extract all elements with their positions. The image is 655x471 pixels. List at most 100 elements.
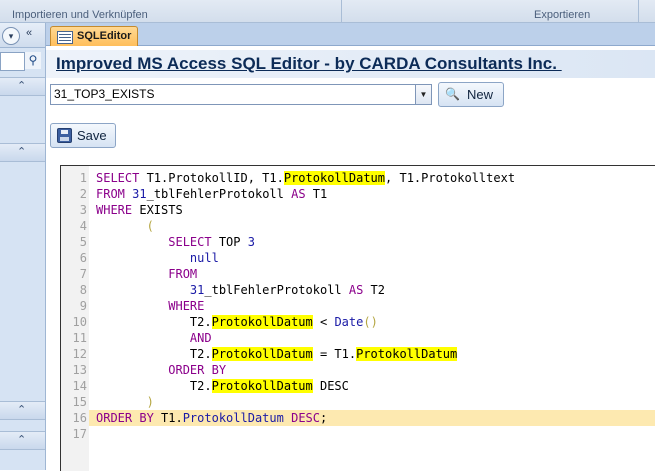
- code-token: ProtokollDatum: [182, 411, 284, 425]
- code-line: ): [96, 394, 154, 410]
- code-line: ORDER BY: [96, 362, 226, 378]
- line-number: 1: [79, 171, 87, 185]
- line-number: 10: [72, 315, 87, 329]
- code-token: _tblFehlerProtokoll: [204, 283, 349, 297]
- code-token: Date: [334, 315, 364, 329]
- line-number: 3: [79, 203, 87, 217]
- code-line: SELECT T1.ProtokollID, T1.ProtokollDatum…: [96, 170, 515, 186]
- query-select[interactable]: 31_TOP3_EXISTS ▼: [50, 84, 432, 105]
- nav-group-header[interactable]: ⌃: [0, 401, 45, 420]
- code-token: FROM: [96, 187, 125, 201]
- code-token: <: [312, 315, 335, 329]
- new-button[interactable]: 🔍 New: [438, 82, 504, 107]
- code-token: , T1.Protokolltext: [385, 171, 516, 185]
- code-line: FROM: [96, 266, 197, 282]
- nav-menu-dropdown-icon[interactable]: ▾: [2, 27, 20, 45]
- code-line: FROM 31_tblFehlerProtokoll AS T1: [96, 186, 327, 202]
- line-number: 11: [72, 331, 87, 345]
- nav-search-input[interactable]: [0, 52, 25, 71]
- form-icon: [57, 31, 73, 44]
- save-button[interactable]: Save: [50, 123, 116, 148]
- code-line: 31_tblFehlerProtokoll AS T2: [96, 282, 385, 298]
- ribbon-strip: Importieren und Verknüpfen Exportieren: [0, 0, 655, 23]
- code-token: SELECT: [96, 171, 140, 185]
- page-title: Improved MS Access SQL Editor - by CARDA…: [56, 54, 562, 73]
- nav-group-header[interactable]: ⌃: [0, 431, 45, 450]
- code-token: 31: [132, 187, 147, 201]
- code-token: WHERE: [168, 299, 205, 313]
- chevron-down-icon[interactable]: ▼: [415, 85, 431, 104]
- code-token: DESC: [291, 411, 320, 425]
- code-token: null: [189, 251, 219, 265]
- collapse-up-icon: ⌃: [17, 404, 27, 416]
- line-number: 7: [79, 267, 87, 281]
- line-number: 12: [72, 347, 87, 361]
- line-number: 2: [79, 187, 87, 201]
- line-number: 13: [72, 363, 87, 377]
- new-button-label: New: [467, 87, 494, 102]
- code-token: FROM: [168, 267, 198, 281]
- tab-label: SQLEditor: [77, 30, 132, 42]
- code-token: ProtokollDatum: [211, 315, 313, 329]
- line-number: 5: [79, 235, 87, 249]
- search-icon[interactable]: ⚲: [25, 52, 41, 69]
- code-token: TOP: [211, 235, 248, 249]
- code-token: ): [146, 395, 154, 409]
- code-token: = T1.: [312, 347, 357, 361]
- ribbon-divider: [341, 0, 342, 22]
- code-token: T1: [305, 187, 328, 201]
- code-token: _tblFehlerProtokoll: [146, 187, 292, 201]
- line-number: 9: [79, 299, 87, 313]
- code-token: T2.: [96, 347, 212, 361]
- code-token: T2: [363, 283, 386, 297]
- nav-group-header[interactable]: ⌃: [0, 143, 45, 162]
- code-token: T2.: [96, 315, 212, 329]
- code-line: SELECT TOP 3: [96, 234, 255, 250]
- collapse-up-icon: ⌃: [17, 80, 27, 92]
- code-line: ORDER BY T1.ProtokollDatum DESC;: [96, 410, 327, 426]
- code-token: EXISTS: [132, 203, 183, 217]
- nav-group-header[interactable]: ⌃: [0, 77, 45, 96]
- line-number: 4: [79, 219, 87, 233]
- line-number: 8: [79, 283, 87, 297]
- code-token: 3: [247, 235, 255, 249]
- code-token: AS: [348, 283, 364, 297]
- code-line: null: [96, 250, 219, 266]
- line-number: 6: [79, 251, 87, 265]
- code-token: T1.: [153, 411, 183, 425]
- code-token: ProtokollDatum: [211, 379, 313, 393]
- nav-pane-header: ▾ «: [0, 23, 45, 48]
- code-token: ProtokollDatum: [356, 347, 458, 361]
- code-token: T2.: [96, 379, 212, 393]
- code-line: T2.ProtokollDatum < Date(): [96, 314, 378, 330]
- code-token: WHERE: [96, 203, 133, 217]
- code-token: SELECT: [168, 235, 212, 249]
- code-line: WHERE: [96, 298, 204, 314]
- query-select-value: 31_TOP3_EXISTS: [54, 87, 155, 101]
- code-token: ORDER BY: [96, 411, 154, 425]
- line-number: 15: [72, 395, 87, 409]
- code-token: AND: [189, 331, 212, 345]
- tab-sqleditor[interactable]: SQLEditor: [50, 26, 138, 47]
- ribbon-group-import[interactable]: Importieren und Verknüpfen: [12, 0, 148, 22]
- line-number: 16: [72, 411, 87, 425]
- ribbon-group-export[interactable]: Exportieren: [534, 0, 590, 22]
- nav-collapse-icon[interactable]: «: [26, 27, 32, 39]
- new-query-icon: 🔍: [445, 87, 460, 101]
- code-token: AS: [291, 187, 306, 201]
- code-line: AND: [96, 330, 212, 346]
- sql-editor-form: Improved MS Access SQL Editor - by CARDA…: [46, 46, 655, 471]
- code-token: DESC: [312, 379, 349, 393]
- code-token: ;: [320, 411, 328, 425]
- sql-code-editor[interactable]: 1 2 3 4 5 6 7 8 9 10 11 12 13 14 15 16 17 SELECT T1.Prot…: [60, 165, 655, 471]
- save-button-label: Save: [77, 128, 107, 143]
